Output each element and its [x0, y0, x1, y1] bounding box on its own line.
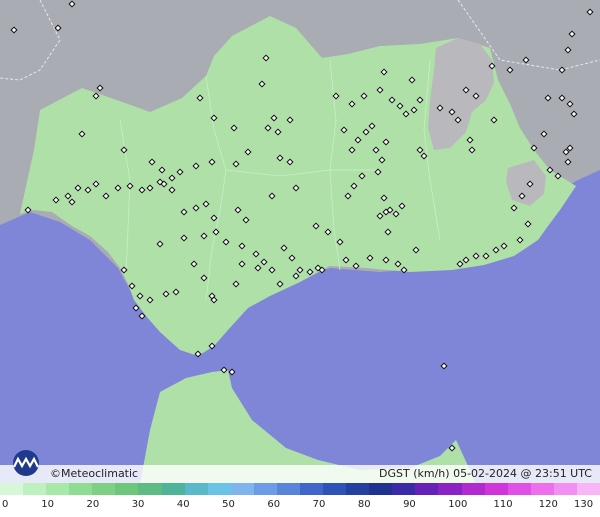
wind-gust-color-scale — [0, 483, 600, 495]
scale-color-cell — [484, 483, 508, 495]
scale-color-cell — [207, 483, 231, 495]
product-timestamp: DGST (km/h) 05-02-2024 @ 23:51 UTC — [379, 467, 592, 480]
scale-color-cell — [300, 483, 324, 495]
scale-color-cell — [138, 483, 162, 495]
scale-labels: 0 10 20 30 40 50 60 70 80 90 100 110 120 130 — [0, 497, 600, 517]
scale-label: 30 — [131, 499, 145, 510]
scale-label: 10 — [41, 499, 54, 510]
scale-color-cell — [323, 483, 347, 495]
scale-color-cell — [369, 483, 393, 495]
scale-color-cell — [230, 483, 254, 495]
scale-label: 110 — [493, 499, 513, 510]
scale-label: 40 — [176, 499, 190, 510]
scale-color-cell — [438, 483, 462, 495]
scale-color-cell — [507, 483, 531, 495]
scale-color-cell — [161, 483, 185, 495]
scale-color-cell — [576, 483, 600, 495]
scale-color-cell — [92, 483, 116, 495]
scale-label: 130 — [574, 499, 594, 510]
scale-label: 50 — [222, 499, 235, 510]
scale-label: 0 — [2, 499, 9, 510]
credit-text[interactable]: ©Meteoclimatic — [50, 467, 138, 480]
scale-label: 60 — [267, 499, 281, 510]
scale-label: 70 — [312, 499, 326, 510]
scale-color-cell — [346, 483, 370, 495]
scale-color-cell — [0, 483, 24, 495]
scale-color-cell — [553, 483, 577, 495]
scale-label: 80 — [357, 499, 371, 510]
scale-color-cell — [392, 483, 416, 495]
scale-color-cell — [69, 483, 93, 495]
scale-label: 90 — [403, 499, 416, 510]
scale-color-cell — [23, 483, 47, 495]
scale-color-cell — [415, 483, 439, 495]
scale-color-cell — [184, 483, 208, 495]
scale-label: 120 — [538, 499, 558, 510]
meteoclimatic-logo-icon — [13, 450, 39, 476]
scale-color-cell — [115, 483, 139, 495]
scale-color-cell — [461, 483, 485, 495]
scale-color-cell — [530, 483, 554, 495]
scale-color-cell — [253, 483, 277, 495]
map-canvas — [0, 0, 600, 495]
scale-label: 100 — [448, 499, 468, 510]
scale-label: 20 — [86, 499, 100, 510]
scale-color-cell — [46, 483, 70, 495]
scale-color-cell — [276, 483, 301, 495]
